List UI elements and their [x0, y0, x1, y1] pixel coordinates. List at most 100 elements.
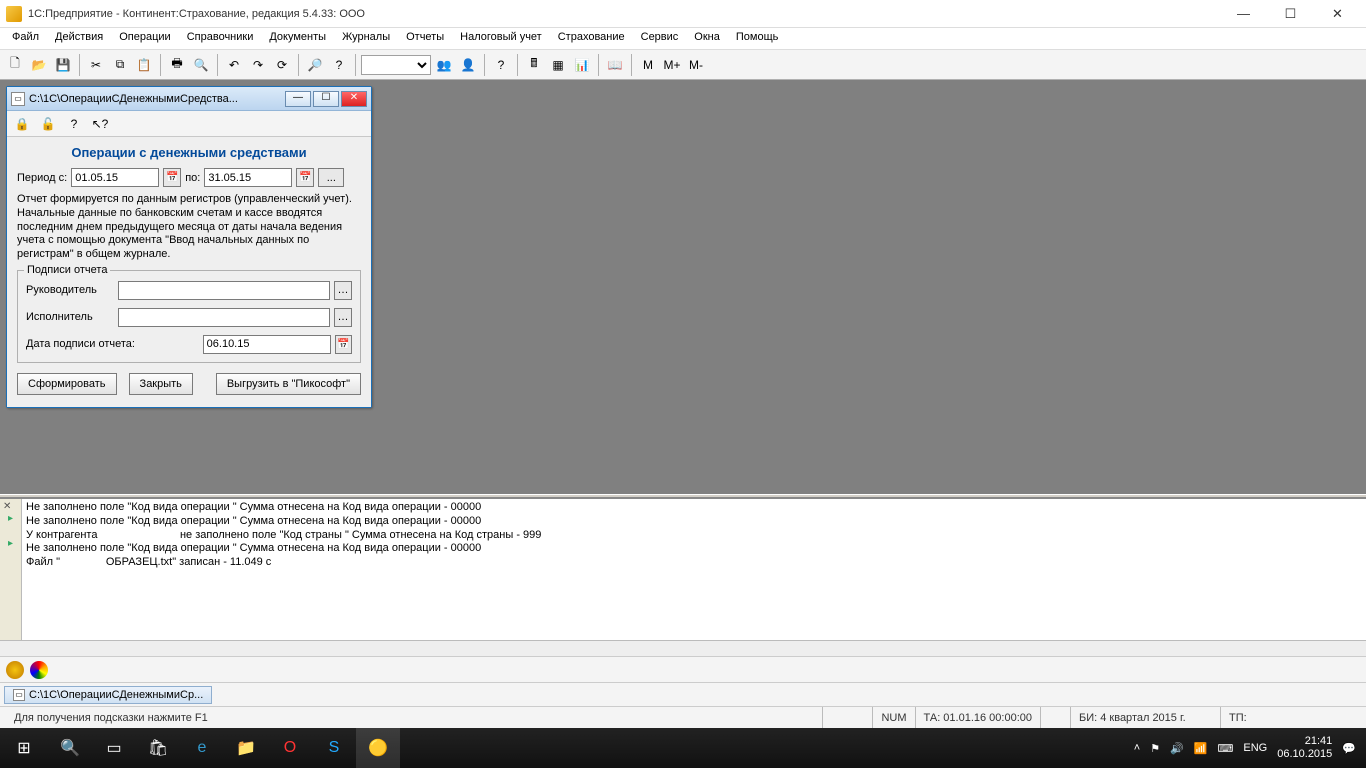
redo-icon[interactable]: ↷ [247, 54, 269, 76]
executor-dots-button[interactable]: … [334, 308, 352, 327]
log-line: Не заполнено поле "Код вида операции " С… [26, 542, 1362, 556]
child-minimize-button[interactable]: — [285, 91, 311, 107]
os-taskbar: ⊞ 🔍 ▭ 🛍 e 📁 O S 🟡 ˄ ⚑ 🔊 📶 ⌨ ENG 21:41 06… [0, 728, 1366, 768]
book-icon[interactable]: 📖 [604, 54, 626, 76]
log-gutter: ✕ ▸ ▸ [0, 499, 22, 640]
period-to-calendar-icon[interactable]: 📅 [296, 168, 314, 187]
menu-help[interactable]: Помощь [728, 28, 787, 49]
titlebar: 1С:Предприятие - Континент:Страхование, … [0, 0, 1366, 28]
leader-input[interactable] [118, 281, 330, 300]
menu-documents[interactable]: Документы [261, 28, 334, 49]
log-body[interactable]: Не заполнено поле "Код вида операции " С… [22, 499, 1366, 640]
maximize-button[interactable]: ☐ [1268, 3, 1313, 25]
period-dots-button[interactable]: ... [318, 168, 344, 187]
explorer-icon[interactable]: 📁 [224, 728, 268, 768]
status-num: NUM [872, 707, 914, 728]
export-button[interactable]: Выгрузить в "Пикософт" [216, 373, 361, 395]
tray-flag-icon[interactable]: ⚑ [1150, 742, 1160, 755]
tray-volume-icon[interactable]: 🔊 [1170, 742, 1184, 755]
log-line: Не заполнено поле "Код вида операции " С… [26, 515, 1362, 529]
users-icon[interactable]: 👥 [433, 54, 455, 76]
1c-icon[interactable]: 🟡 [356, 728, 400, 768]
calc-icon[interactable]: 🖩 [523, 54, 545, 76]
log-panel: ✕ ▸ ▸ Не заполнено поле "Код вида операц… [0, 498, 1366, 640]
child-tool-cursor-icon[interactable]: ↖? [89, 113, 111, 135]
search-icon[interactable]: 🔍 [48, 728, 92, 768]
leader-dots-button[interactable]: … [334, 281, 352, 300]
minimize-button[interactable]: — [1221, 3, 1266, 25]
undo-icon[interactable]: ↶ [223, 54, 245, 76]
print-icon[interactable]: 🖶 [166, 54, 188, 76]
child-tool-help-icon[interactable]: ? [63, 113, 85, 135]
status-hint: Для получения подсказки нажмите F1 [6, 707, 822, 728]
close-button[interactable]: ✕ [1315, 3, 1360, 25]
menu-actions[interactable]: Действия [47, 28, 111, 49]
status-empty2 [1040, 707, 1070, 728]
start-button[interactable]: ⊞ [0, 728, 48, 768]
m-button[interactable]: М [637, 54, 659, 76]
tray-network-icon[interactable]: 📶 [1194, 742, 1208, 755]
sign-date-calendar-icon[interactable]: 📅 [335, 335, 352, 354]
menu-tax[interactable]: Налоговый учет [452, 28, 550, 49]
system-tray: ˄ ⚑ 🔊 📶 ⌨ ENG 21:41 06.10.2015 💬 [1124, 735, 1366, 761]
menu-file[interactable]: Файл [4, 28, 47, 49]
help-icon[interactable]: ? [490, 54, 512, 76]
tray-clock[interactable]: 21:41 06.10.2015 [1277, 735, 1332, 761]
menu-references[interactable]: Справочники [179, 28, 262, 49]
user-icon[interactable]: 👤 [457, 54, 479, 76]
small-icon-2[interactable] [30, 661, 48, 679]
period-to-input[interactable] [204, 168, 292, 187]
m-minus-button[interactable]: М- [685, 54, 707, 76]
chart-icon[interactable]: 📊 [571, 54, 593, 76]
child-close-button[interactable]: ✕ [341, 91, 367, 107]
menu-insurance[interactable]: Страхование [550, 28, 633, 49]
skype-icon[interactable]: S [312, 728, 356, 768]
task-item-label: С:\1С\ОперацииСДенежнымиСр... [29, 689, 203, 701]
sign-date-input[interactable] [203, 335, 331, 354]
new-icon[interactable]: 🗋 [4, 54, 26, 76]
copy-icon[interactable]: ⧉ [109, 54, 131, 76]
preview-icon[interactable]: 🔍 [190, 54, 212, 76]
menu-journals[interactable]: Журналы [334, 28, 398, 49]
m-plus-button[interactable]: М+ [661, 54, 683, 76]
cut-icon[interactable]: ✂ [85, 54, 107, 76]
tray-keyboard-icon[interactable]: ⌨ [1218, 742, 1234, 755]
window-controls: — ☐ ✕ [1221, 3, 1360, 25]
menu-windows[interactable]: Окна [686, 28, 728, 49]
tray-lang[interactable]: ENG [1243, 742, 1267, 754]
small-icon-1[interactable] [6, 661, 24, 679]
log-close-icon[interactable]: ✕ [3, 501, 11, 512]
child-tool-icon-2[interactable]: 🔓 [37, 113, 59, 135]
tray-chevron-icon[interactable]: ˄ [1134, 742, 1140, 754]
find-icon[interactable]: 🔎 [304, 54, 326, 76]
tray-notifications-icon[interactable]: 💬 [1342, 742, 1356, 755]
period-to-label: по: [185, 172, 200, 184]
taskview-icon[interactable]: ▭ [92, 728, 136, 768]
toolbar-combo[interactable] [361, 55, 431, 75]
child-heading: Операции с денежными средствами [17, 145, 361, 160]
help-arrow-icon[interactable]: ? [328, 54, 350, 76]
menu-operations[interactable]: Операции [111, 28, 178, 49]
save-icon[interactable]: 💾 [52, 54, 74, 76]
paste-icon[interactable]: 📋 [133, 54, 155, 76]
grid-icon[interactable]: ▦ [547, 54, 569, 76]
child-maximize-button[interactable]: ☐ [313, 91, 339, 107]
log-scrollbar-h[interactable] [0, 640, 1366, 656]
open-icon[interactable]: 📂 [28, 54, 50, 76]
form-button[interactable]: Сформировать [17, 373, 117, 395]
opera-icon[interactable]: O [268, 728, 312, 768]
menubar: Файл Действия Операции Справочники Докум… [0, 28, 1366, 50]
store-icon[interactable]: 🛍 [136, 728, 180, 768]
edge-icon[interactable]: e [180, 728, 224, 768]
mdi-task-item[interactable]: ▭ С:\1С\ОперацииСДенежнымиСр... [4, 686, 212, 704]
button-row: Сформировать Закрыть Выгрузить в "Пикосо… [17, 373, 361, 395]
period-from-input[interactable] [71, 168, 159, 187]
child-titlebar[interactable]: ▭ С:\1С\ОперацииСДенежнымиСредства... — … [7, 87, 371, 111]
refresh-icon[interactable]: ⟳ [271, 54, 293, 76]
executor-input[interactable] [118, 308, 330, 327]
close-child-button[interactable]: Закрыть [129, 373, 193, 395]
period-from-calendar-icon[interactable]: 📅 [163, 168, 181, 187]
menu-reports[interactable]: Отчеты [398, 28, 452, 49]
menu-service[interactable]: Сервис [633, 28, 687, 49]
child-tool-icon-1[interactable]: 🔒 [11, 113, 33, 135]
